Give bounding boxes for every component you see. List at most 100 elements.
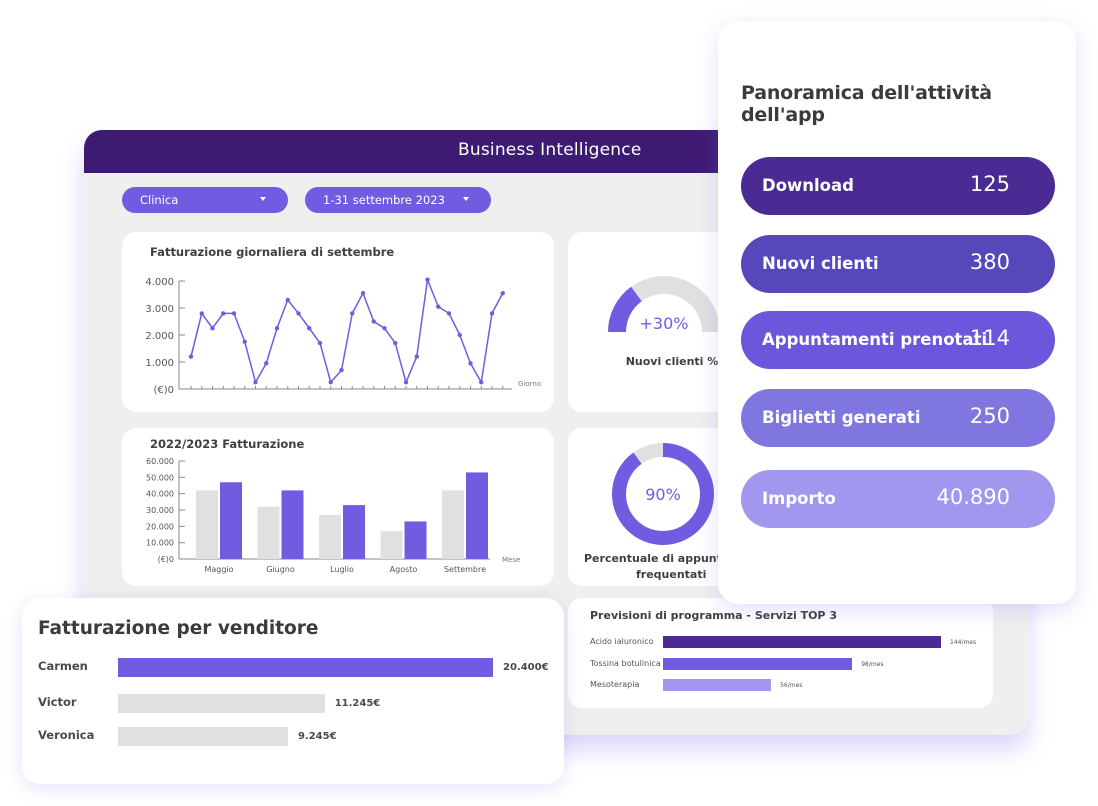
data-point <box>199 311 204 316</box>
x-tick-label: Settembre <box>444 565 486 574</box>
overview-item-nuovi-clienti[interactable]: Nuovi clienti 380 <box>741 235 1055 293</box>
bar-2022 <box>442 490 464 559</box>
period-dropdown-value: 1-31 settembre 2023 <box>323 193 445 207</box>
y-tick-label: 2.000 <box>145 331 174 342</box>
donut-caption-line2: frequentati <box>636 568 706 581</box>
overview-item-label: Nuovi clienti <box>762 254 879 273</box>
overview-item-label: Appuntamenti prenotati <box>762 330 988 349</box>
x-tick-label: Giugno <box>266 565 295 574</box>
data-point <box>446 311 452 316</box>
bar-2023 <box>404 521 427 559</box>
bar-2023 <box>343 505 365 559</box>
data-point <box>285 297 290 303</box>
data-point <box>393 340 398 346</box>
service-value: 98/mes <box>861 661 884 668</box>
data-point <box>382 326 387 331</box>
data-point <box>360 290 366 296</box>
overview-item-value: 380 <box>969 250 1010 274</box>
vendor-bar <box>118 658 493 677</box>
data-point <box>500 290 505 296</box>
bar-2023 <box>281 490 304 559</box>
revenue-line <box>190 276 504 385</box>
x-tick-label: Luglio <box>330 565 354 574</box>
data-point <box>221 311 226 316</box>
data-point <box>425 277 430 282</box>
service-bar <box>663 658 853 670</box>
period-dropdown[interactable]: 1-31 settembre 2023 <box>305 187 491 213</box>
yearly-revenue-card: 2022/2023 Fatturazione (€)0 10.000 20.000 3… <box>122 428 554 586</box>
service-bar <box>663 679 772 691</box>
data-point <box>307 326 312 331</box>
dashboard-title: Business Intelligence <box>458 140 642 160</box>
data-point <box>274 326 280 331</box>
x-tick-label: Agosto <box>390 565 418 574</box>
y-tick-label: 3.000 <box>145 304 174 315</box>
vendor-title: Fatturazione per venditore <box>38 618 319 639</box>
y-tick-label: 40.000 <box>146 490 174 499</box>
overview-title: Panoramica dell'attività dell'app <box>741 82 992 126</box>
services-title: Previsioni di programma - Servizi TOP 3 <box>590 609 837 622</box>
x-axis-label: Giorno <box>518 380 541 388</box>
overview-item-value: 114 <box>969 326 1010 350</box>
x-axis-label: Mese <box>502 556 520 564</box>
daily-revenue-chart: (€)0 1.000 2.000 3.000 4.000 Giorno <box>145 276 541 396</box>
vendor-bar <box>118 727 288 746</box>
data-point <box>231 311 237 316</box>
service-bar <box>663 636 941 648</box>
bar-2022 <box>380 531 403 559</box>
chevron-down-icon <box>463 197 469 201</box>
overview-item-label: Biglietti generati <box>762 408 921 427</box>
location-dropdown-value: Clinica <box>140 193 179 207</box>
data-point <box>371 319 376 324</box>
overview-item-value: 250 <box>969 404 1010 428</box>
overview-item-download[interactable]: Download 125 <box>741 157 1055 215</box>
vendor-value: 11.245€ <box>334 698 381 709</box>
vendor-name: Veronica <box>38 728 95 742</box>
y-tick-label: 60.000 <box>146 457 174 466</box>
chevron-down-icon <box>260 197 266 201</box>
data-point <box>489 311 495 316</box>
vendor-revenue-panel: Fatturazione per venditore Carmen 20.400€… <box>22 598 564 784</box>
overview-item-value: 40.890 <box>936 485 1010 509</box>
app-overview-panel: Panoramica dell'attività dell'app Downlo… <box>718 22 1076 604</box>
data-point <box>339 367 344 373</box>
service-name: Mesoterapia <box>590 680 640 689</box>
data-point <box>328 380 333 385</box>
vendor-name: Victor <box>38 695 77 709</box>
yearly-revenue-chart: (€)0 10.000 20.000 30.000 40.000 50.000 60.000… <box>146 457 520 574</box>
bar-2023 <box>466 472 488 559</box>
gauge-caption: Nuovi clienti % <box>626 355 719 368</box>
y-tick-label: (€)0 <box>158 555 174 564</box>
data-point <box>242 339 247 344</box>
donut-value: 90% <box>645 485 681 504</box>
data-point <box>403 380 409 385</box>
bar-2022 <box>196 490 218 559</box>
overview-item-importo[interactable]: Importo 40.890 <box>741 470 1055 528</box>
bar-2023 <box>220 482 242 559</box>
gauge-value: +30% <box>640 314 689 333</box>
service-name: Tossina botulinica <box>590 659 661 668</box>
services-card: Previsioni di programma - Servizi TOP 3 … <box>568 598 993 708</box>
data-point <box>414 354 419 359</box>
y-tick-label: 20.000 <box>146 522 174 531</box>
overview-item-biglietti-generati[interactable]: Biglietti generati 250 <box>741 389 1055 447</box>
y-tick-label: 1.000 <box>145 358 174 369</box>
vendor-name: Carmen <box>38 659 88 673</box>
data-point <box>468 361 473 366</box>
data-point <box>188 354 194 359</box>
data-point <box>317 340 323 346</box>
y-tick-label: 10.000 <box>146 539 174 548</box>
data-point <box>350 311 355 316</box>
data-point <box>210 326 215 331</box>
overview-item-label: Importo <box>762 489 836 508</box>
y-tick-label: 30.000 <box>146 506 174 515</box>
y-tick-label: (€)0 <box>153 385 174 396</box>
overview-item-appuntamenti-prenotati[interactable]: Appuntamenti prenotati 114 <box>741 311 1055 369</box>
data-point <box>296 311 301 316</box>
service-name: Acido ialuronico <box>590 637 654 646</box>
overview-item-value: 125 <box>969 172 1010 196</box>
data-point <box>436 304 441 309</box>
vendor-value: 20.400€ <box>503 662 549 673</box>
location-dropdown[interactable]: Clinica <box>122 187 288 213</box>
data-point <box>253 380 258 385</box>
